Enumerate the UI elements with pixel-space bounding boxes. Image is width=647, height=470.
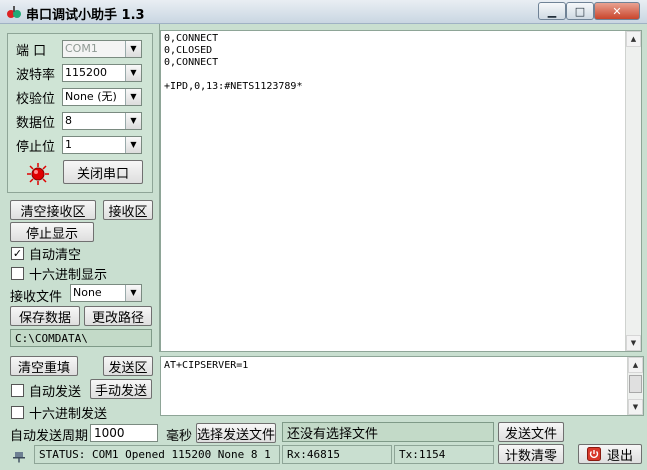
stopbits-label: 停止位 bbox=[16, 140, 56, 155]
databits-value: 8 bbox=[65, 114, 72, 127]
rx-count: Rx:46815 bbox=[282, 445, 392, 464]
receive-scrollbar[interactable]: ▲ ▼ bbox=[625, 31, 641, 351]
scroll-up-icon[interactable]: ▲ bbox=[628, 357, 643, 373]
title-bar[interactable]: 串口调试小助手 1.3 ▁ □ ✕ bbox=[0, 0, 647, 24]
parity-select[interactable]: None (无) ▼ bbox=[62, 88, 142, 106]
port-value: COM1 bbox=[65, 42, 98, 55]
parity-label: 校验位 bbox=[16, 92, 56, 107]
scroll-down-icon[interactable]: ▼ bbox=[628, 399, 643, 415]
maximize-button[interactable]: □ bbox=[566, 2, 594, 20]
send-file-button[interactable]: 发送文件 bbox=[498, 422, 564, 442]
app-icon bbox=[7, 6, 21, 18]
reset-count-button[interactable]: 计数清零 bbox=[498, 444, 564, 464]
port-select[interactable]: COM1 ▼ bbox=[62, 40, 142, 58]
chevron-down-icon: ▼ bbox=[125, 89, 141, 105]
stop-display-button[interactable]: 停止显示 bbox=[10, 222, 94, 242]
power-icon bbox=[586, 447, 601, 461]
baud-value: 115200 bbox=[65, 66, 107, 79]
hex-send-label: 十六进制发送 bbox=[29, 407, 108, 422]
change-path-button[interactable]: 更改路径 bbox=[84, 306, 152, 326]
hex-display-label: 十六进制显示 bbox=[29, 268, 108, 283]
scroll-up-icon[interactable]: ▲ bbox=[626, 31, 641, 47]
chevron-down-icon: ▼ bbox=[125, 41, 141, 57]
tx-count: Tx:1154 bbox=[394, 445, 494, 464]
port-status-indicator-icon bbox=[27, 163, 49, 185]
close-window-button[interactable]: ✕ bbox=[594, 2, 640, 20]
chevron-down-icon: ▼ bbox=[125, 285, 141, 301]
hex-send-checkbox[interactable] bbox=[11, 406, 24, 419]
parity-value: None (无) bbox=[65, 90, 117, 103]
chevron-down-icon: ▼ bbox=[125, 137, 141, 153]
pin-icon[interactable] bbox=[11, 449, 27, 463]
hex-display-checkbox[interactable] bbox=[11, 267, 24, 280]
send-area-button[interactable]: 发送区 bbox=[103, 356, 153, 376]
receive-file-value: None bbox=[73, 286, 102, 299]
close-port-button[interactable]: 关闭串口 bbox=[63, 160, 143, 184]
auto-send-checkbox[interactable] bbox=[11, 384, 24, 397]
port-label: 端 口 bbox=[16, 44, 47, 59]
send-scrollbar[interactable]: ▲ ▼ bbox=[627, 357, 643, 415]
send-text: AT+CIPSERVER=1 bbox=[164, 360, 249, 371]
databits-select[interactable]: 8 ▼ bbox=[62, 112, 142, 130]
chevron-down-icon: ▼ bbox=[125, 113, 141, 129]
send-period-input[interactable]: 1000 bbox=[90, 424, 158, 442]
stopbits-select[interactable]: 1 ▼ bbox=[62, 136, 142, 154]
status-text: STATUS: COM1 Opened 115200 None 8 1 bbox=[34, 445, 280, 464]
exit-label: 退出 bbox=[606, 448, 633, 464]
clear-send-button[interactable]: 清空重填 bbox=[10, 356, 78, 376]
baud-select[interactable]: 115200 ▼ bbox=[62, 64, 142, 82]
exit-button[interactable]: 退出 bbox=[578, 444, 642, 464]
window-title: 串口调试小助手 1.3 bbox=[26, 8, 145, 23]
auto-send-label: 自动发送 bbox=[29, 385, 82, 400]
databits-label: 数据位 bbox=[16, 116, 56, 131]
receive-text: 0,CONNECT 0,CLOSED 0,CONNECT +IPD,0,13:#… bbox=[164, 33, 303, 92]
receive-textarea[interactable]: 0,CONNECT 0,CLOSED 0,CONNECT +IPD,0,13:#… bbox=[160, 30, 642, 352]
chevron-down-icon: ▼ bbox=[125, 65, 141, 81]
auto-clear-label: 自动清空 bbox=[29, 248, 82, 263]
send-period-label: 自动发送周期 bbox=[10, 429, 89, 444]
manual-send-button[interactable]: 手动发送 bbox=[90, 379, 152, 399]
clear-receive-button[interactable]: 清空接收区 bbox=[10, 200, 96, 220]
save-data-button[interactable]: 保存数据 bbox=[10, 306, 80, 326]
receive-file-label: 接收文件 bbox=[10, 290, 63, 305]
scroll-thumb[interactable] bbox=[629, 375, 642, 393]
scroll-down-icon[interactable]: ▼ bbox=[626, 335, 641, 351]
send-textarea[interactable]: AT+CIPSERVER=1 ▲ ▼ bbox=[160, 356, 644, 416]
choose-send-file-button[interactable]: 选择发送文件 bbox=[196, 423, 276, 443]
auto-clear-checkbox[interactable]: ✓ bbox=[11, 247, 24, 260]
selected-file-field: 还没有选择文件 bbox=[282, 422, 494, 442]
save-path-field[interactable]: C:\COMDATA\ bbox=[10, 329, 152, 347]
receive-file-select[interactable]: None ▼ bbox=[70, 284, 142, 302]
receive-area-button[interactable]: 接收区 bbox=[103, 200, 153, 220]
send-period-unit: 毫秒 bbox=[166, 429, 193, 444]
baud-label: 波特率 bbox=[16, 68, 56, 83]
minimize-button[interactable]: ▁ bbox=[538, 2, 566, 20]
stopbits-value: 1 bbox=[65, 138, 72, 151]
